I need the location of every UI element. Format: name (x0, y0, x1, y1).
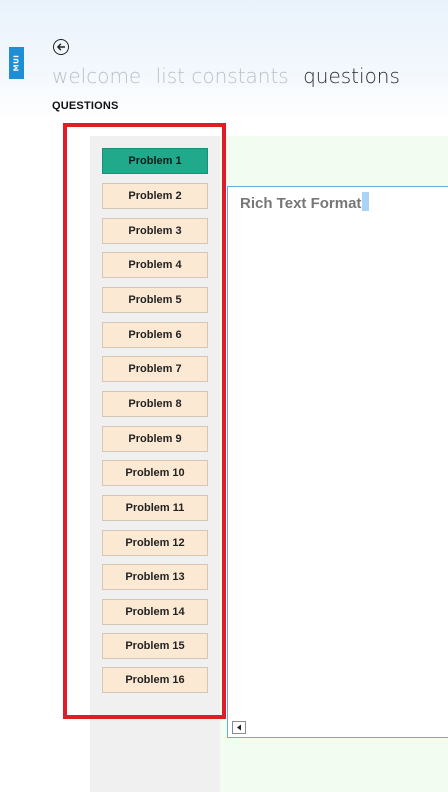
editor-content[interactable]: Rich Text Format (240, 192, 370, 212)
page-title: QUESTIONS (52, 100, 119, 112)
editor-text: Rich Text Format (240, 195, 362, 212)
rich-text-editor[interactable]: Rich Text Format (227, 186, 448, 738)
back-arrow-circle-icon[interactable] (53, 39, 69, 55)
problem-button-7[interactable]: Problem 7 (102, 356, 208, 382)
problem-button-5[interactable]: Problem 5 (102, 287, 208, 313)
app-badge[interactable]: MUI (9, 47, 24, 79)
problem-button-16[interactable]: Problem 16 (102, 667, 208, 693)
chevron-left-icon (237, 724, 241, 731)
problem-button-10[interactable]: Problem 10 (102, 460, 208, 486)
problem-button-1[interactable]: Problem 1 (102, 148, 208, 174)
nav-tabs: welcome list constants questions (52, 64, 408, 88)
tab-list-constants[interactable]: list constants (156, 64, 289, 88)
problem-button-11[interactable]: Problem 11 (102, 495, 208, 521)
tab-questions[interactable]: questions (303, 64, 400, 88)
problem-button-2[interactable]: Problem 2 (102, 183, 208, 209)
problem-button-9[interactable]: Problem 9 (102, 426, 208, 452)
text-caret (362, 192, 370, 211)
problem-button-12[interactable]: Problem 12 (102, 530, 208, 556)
problem-button-15[interactable]: Problem 15 (102, 633, 208, 659)
problem-button-3[interactable]: Problem 3 (102, 218, 208, 244)
problem-button-8[interactable]: Problem 8 (102, 391, 208, 417)
back-arrow-glyph (57, 43, 66, 51)
tab-welcome[interactable]: welcome (52, 64, 141, 88)
problem-button-4[interactable]: Problem 4 (102, 252, 208, 278)
problem-button-13[interactable]: Problem 13 (102, 564, 208, 590)
problem-button-6[interactable]: Problem 6 (102, 322, 208, 348)
problem-button-14[interactable]: Problem 14 (102, 599, 208, 625)
scroll-left-button[interactable] (232, 721, 246, 734)
app-badge-label: MUI (12, 54, 21, 72)
